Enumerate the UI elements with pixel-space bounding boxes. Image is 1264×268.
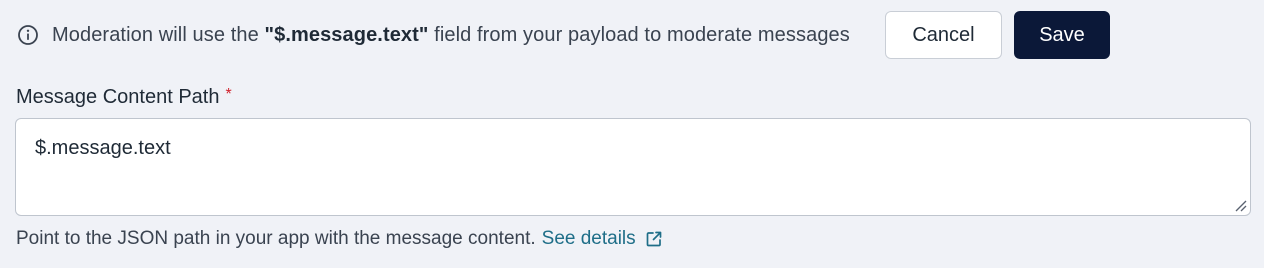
moderation-info-text: Moderation will use the "$.message.text"…: [52, 24, 850, 47]
info-text-suffix: field from your payload to moderate mess…: [428, 23, 850, 46]
info-field-name: "$.message.text": [264, 23, 429, 46]
external-link-icon: [645, 230, 663, 248]
cancel-button[interactable]: Cancel: [885, 11, 1002, 59]
textarea-value: $.message.text: [35, 137, 171, 159]
see-details-label: See details: [541, 228, 636, 249]
resize-handle-icon[interactable]: [1233, 198, 1247, 212]
moderation-info-banner: Moderation will use the "$.message.text"…: [17, 11, 850, 59]
message-content-path-textarea[interactable]: $.message.text: [15, 118, 1251, 216]
field-help-text: Point to the JSON path in your app with …: [16, 228, 663, 250]
field-label-text: Message Content Path: [16, 86, 220, 108]
info-circle-icon: [17, 24, 39, 46]
save-button[interactable]: Save: [1014, 11, 1110, 59]
see-details-link[interactable]: See details: [542, 228, 663, 250]
message-content-path-label: Message Content Path *: [16, 86, 232, 109]
info-text-prefix: Moderation will use the: [52, 23, 265, 46]
required-indicator: *: [225, 86, 232, 103]
help-text-content: Point to the JSON path in your app with …: [16, 228, 536, 249]
